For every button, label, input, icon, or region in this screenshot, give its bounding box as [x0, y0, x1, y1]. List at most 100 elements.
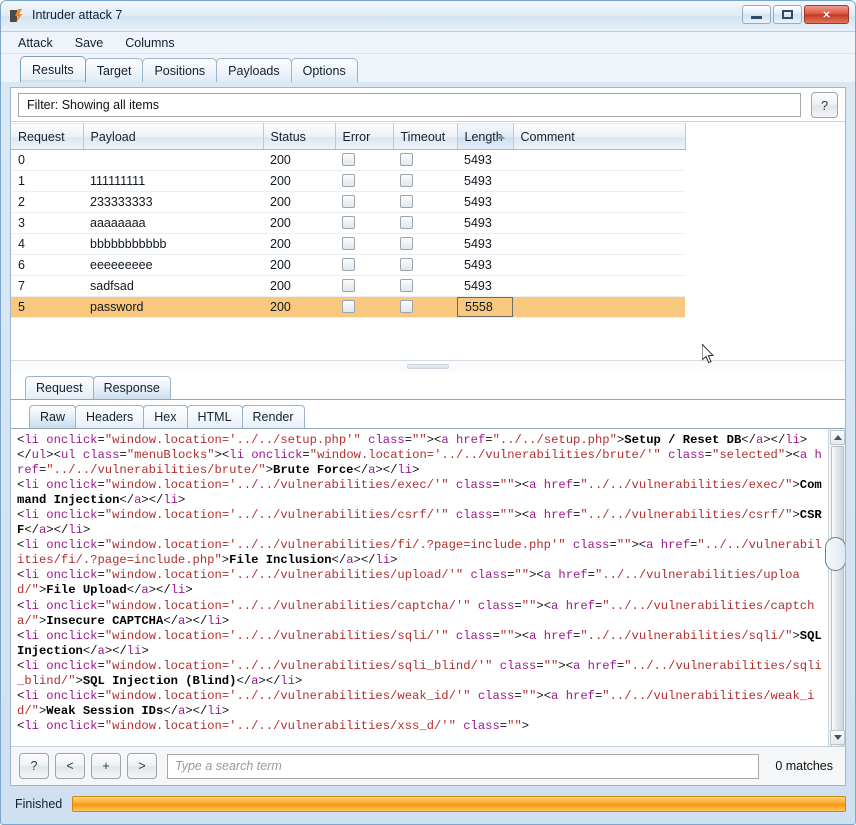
tab-request[interactable]: Request — [25, 376, 94, 399]
table-row[interactable]: 3 aaaaaaaa 200 5493 — [11, 212, 685, 234]
cell-request: 2 — [11, 191, 83, 213]
cell-error[interactable] — [335, 212, 393, 234]
table-row[interactable]: 2 233333333 200 5493 — [11, 191, 685, 213]
checkbox-icon[interactable] — [342, 174, 355, 187]
cell-timeout[interactable] — [393, 296, 457, 318]
cell-timeout[interactable] — [393, 149, 457, 171]
cell-payload: aaaaaaaa — [83, 212, 263, 234]
cell-length[interactable]: 5493 — [457, 149, 513, 171]
cell-error[interactable] — [335, 170, 393, 192]
tab-options[interactable]: Options — [290, 58, 358, 82]
checkbox-icon[interactable] — [400, 174, 413, 187]
table-row[interactable]: 5 password 200 5558 — [11, 296, 685, 318]
cell-timeout[interactable] — [393, 275, 457, 297]
cell-error[interactable] — [335, 149, 393, 171]
scroll-up-button[interactable] — [830, 430, 845, 445]
table-row[interactable]: 1 111111111 200 5493 — [11, 170, 685, 192]
results-table-container[interactable]: Request Payload Status Error Timeout Len… — [11, 123, 845, 360]
checkbox-icon[interactable] — [400, 237, 413, 250]
progress-bar — [72, 796, 846, 812]
checkbox-icon[interactable] — [400, 279, 413, 292]
cell-length[interactable]: 5493 — [457, 275, 513, 297]
tab-results[interactable]: Results — [20, 56, 86, 82]
checkbox-icon[interactable] — [400, 195, 413, 208]
cell-payload: 111111111 — [83, 170, 263, 192]
column-header-payload[interactable]: Payload — [83, 123, 264, 150]
menu-item-attack[interactable]: Attack — [15, 34, 56, 52]
column-header-status[interactable]: Status — [263, 123, 336, 150]
column-header-error[interactable]: Error — [335, 123, 394, 150]
response-scroll-area[interactable]: <li onclick="window.location='../../setu… — [11, 429, 827, 746]
minimize-button[interactable] — [742, 5, 771, 24]
cell-payload — [83, 149, 263, 171]
checkbox-icon[interactable] — [342, 300, 355, 313]
checkbox-icon[interactable] — [342, 153, 355, 166]
chevron-up-icon — [833, 435, 842, 440]
splitter-grip-icon[interactable] — [407, 364, 449, 369]
cell-error[interactable] — [335, 233, 393, 255]
filter-box[interactable]: Filter: Showing all items — [18, 93, 801, 117]
tab-target[interactable]: Target — [84, 58, 144, 82]
column-header-length[interactable]: Length — [457, 123, 514, 150]
cell-error[interactable] — [335, 254, 393, 276]
maximize-button[interactable] — [773, 5, 802, 24]
search-help-button[interactable]: ? — [19, 753, 49, 779]
scrollbar-thumb[interactable] — [831, 446, 844, 746]
table-row[interactable]: 0 200 5493 — [11, 149, 685, 171]
table-row[interactable]: 6 eeeeeeeee 200 5493 — [11, 254, 685, 276]
cell-request: 7 — [11, 275, 83, 297]
cell-length[interactable]: 5493 — [457, 170, 513, 192]
column-header-request[interactable]: Request — [11, 123, 84, 150]
checkbox-icon[interactable] — [400, 153, 413, 166]
tab-hex[interactable]: Hex — [143, 405, 188, 428]
tab-headers[interactable]: Headers — [75, 405, 145, 428]
cell-error[interactable] — [335, 275, 393, 297]
menu-item-columns[interactable]: Columns — [122, 34, 177, 52]
cell-error[interactable] — [335, 191, 393, 213]
tab-raw[interactable]: Raw — [29, 405, 77, 428]
checkbox-icon[interactable] — [342, 237, 355, 250]
tab-html[interactable]: HTML — [186, 405, 243, 428]
search-add-button[interactable]: + — [91, 753, 121, 779]
cell-length[interactable]: 5493 — [457, 254, 513, 276]
menu-item-save[interactable]: Save — [72, 34, 107, 52]
filter-help-button[interactable]: ? — [811, 92, 838, 118]
search-prev-button[interactable]: < — [55, 753, 85, 779]
cell-timeout[interactable] — [393, 212, 457, 234]
scrollbar-knob[interactable] — [825, 537, 845, 571]
search-next-button[interactable]: > — [127, 753, 157, 779]
tab-payloads[interactable]: Payloads — [216, 58, 292, 82]
cell-length[interactable]: 5493 — [457, 233, 513, 255]
column-header-timeout[interactable]: Timeout — [393, 123, 458, 150]
cell-timeout[interactable] — [393, 233, 457, 255]
cell-timeout[interactable] — [393, 191, 457, 213]
response-body-text[interactable]: <li onclick="window.location='../../setu… — [17, 433, 825, 734]
panel-splitter[interactable] — [11, 360, 845, 372]
cell-timeout[interactable] — [393, 170, 457, 192]
search-input[interactable]: Type a search term — [167, 753, 760, 779]
checkbox-icon[interactable] — [400, 258, 413, 271]
table-header-row: Request Payload Status Error Timeout Len… — [11, 123, 686, 150]
cell-error[interactable] — [335, 296, 393, 318]
cell-timeout[interactable] — [393, 254, 457, 276]
cell-length[interactable]: 5493 — [457, 212, 513, 234]
cell-length[interactable]: 5493 — [457, 191, 513, 213]
checkbox-icon[interactable] — [400, 300, 413, 313]
scroll-down-button[interactable] — [830, 730, 845, 745]
cell-payload: password — [83, 296, 263, 318]
tab-positions[interactable]: Positions — [142, 58, 218, 82]
tab-response[interactable]: Response — [92, 376, 171, 399]
checkbox-icon[interactable] — [342, 279, 355, 292]
response-vertical-scrollbar[interactable] — [825, 429, 845, 746]
checkbox-icon[interactable] — [400, 216, 413, 229]
checkbox-icon[interactable] — [342, 258, 355, 271]
table-row[interactable]: 4 bbbbbbbbbbb 200 5493 — [11, 233, 685, 255]
menu-bar: Attack Save Columns — [1, 32, 855, 54]
close-button[interactable]: × — [804, 5, 849, 24]
column-header-comment[interactable]: Comment — [513, 123, 686, 150]
checkbox-icon[interactable] — [342, 195, 355, 208]
table-row[interactable]: 7 sadfsad 200 5493 — [11, 275, 685, 297]
tab-render[interactable]: Render — [241, 405, 305, 428]
checkbox-icon[interactable] — [342, 216, 355, 229]
cell-length[interactable]: 5558 — [457, 296, 513, 318]
